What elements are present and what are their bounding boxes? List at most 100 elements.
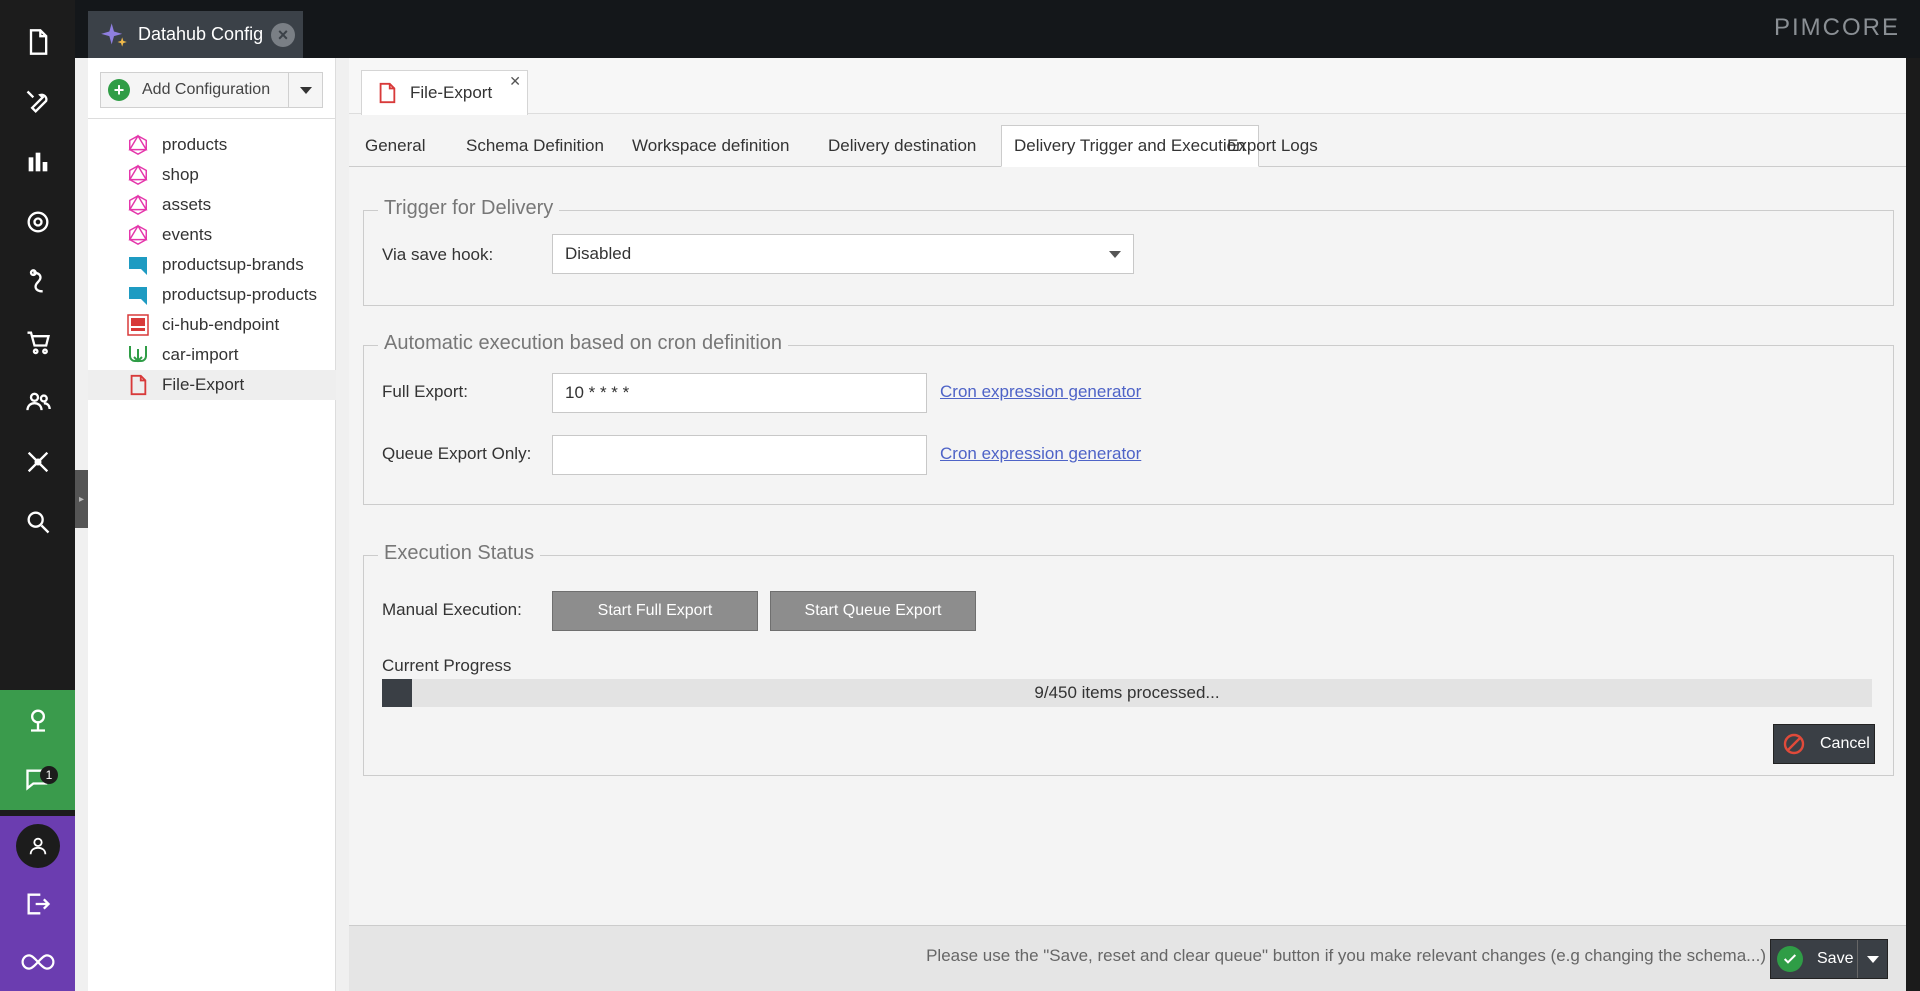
document-tab-bar: File-Export ✕ (349, 58, 1906, 115)
main-panel: File-Export ✕ General Schema Definition … (349, 58, 1906, 991)
cancel-button[interactable]: Cancel (1773, 724, 1875, 764)
users-icon[interactable] (0, 372, 75, 432)
add-configuration-label: Add Configuration (142, 81, 271, 98)
close-icon[interactable]: ✕ (509, 73, 521, 90)
productsup-icon (126, 253, 150, 277)
file-icon (379, 82, 396, 104)
tree-item-label: car-import (162, 345, 239, 364)
chevron-down-icon (299, 86, 312, 94)
tree-item-label: events (162, 225, 213, 244)
marketing-icon[interactable] (0, 252, 75, 312)
queue-export-cron-input[interactable] (552, 435, 927, 475)
map-pin-icon[interactable] (0, 690, 75, 750)
tree-item-label: products (162, 135, 228, 154)
tree-item-events[interactable]: events (88, 220, 336, 250)
tree-item-label: shop (162, 165, 199, 184)
chevron-down-icon (1866, 955, 1879, 963)
tree-item-label: ci-hub-endpoint (162, 315, 280, 334)
progress-bar: 9/450 items processed... (382, 679, 1872, 707)
close-icon[interactable]: × (271, 23, 295, 47)
tree-item-car-import[interactable]: car-import (88, 340, 336, 370)
current-progress-label: Current Progress (382, 656, 512, 675)
tree-item-productsup-brands[interactable]: productsup-brands (88, 250, 336, 280)
tree-item-shop[interactable]: shop (88, 160, 336, 190)
start-queue-export-button[interactable]: Start Queue Export (770, 591, 976, 631)
tab-delivery-destination[interactable]: Delivery destination (816, 125, 988, 167)
pimcore-logo-icon[interactable] (0, 932, 75, 991)
save-hook-label: Via save hook: (382, 245, 494, 264)
trigger-fieldset: Trigger for Delivery Via save hook: Disa… (363, 197, 1894, 306)
bottom-toolbar: Please use the "Save, reset and clear qu… (349, 925, 1906, 991)
save-label: Save (1817, 950, 1854, 967)
save-hook-value: Disabled (565, 244, 632, 263)
tree-item-ci-hub-endpoint[interactable]: ci-hub-endpoint (88, 310, 336, 340)
tab-label: File-Export (410, 83, 493, 102)
tab-schema-definition[interactable]: Schema Definition (454, 125, 616, 167)
import-icon (126, 343, 150, 367)
manual-execution-label: Manual Execution: (382, 600, 522, 619)
plus-icon: + (108, 79, 130, 101)
gear-icon[interactable] (0, 192, 75, 252)
execution-fieldset: Execution Status Manual Execution: Start… (363, 542, 1894, 776)
tree-item-assets[interactable]: assets (88, 190, 336, 220)
save-dropdown[interactable] (1857, 940, 1887, 978)
save-button[interactable]: Save (1770, 939, 1888, 979)
graphql-icon (126, 133, 150, 157)
collapse-handle[interactable]: ▸ (75, 470, 88, 528)
progress-text: 9/450 items processed... (1034, 683, 1220, 702)
execution-legend: Execution Status (378, 542, 541, 565)
graphql-icon (126, 193, 150, 217)
cancel-label: Cancel (1820, 735, 1870, 752)
full-export-cron-input[interactable] (552, 373, 927, 413)
tab-export-logs[interactable]: Export Logs (1215, 125, 1330, 167)
config-tree-panel: + Add Configuration products shop assets… (88, 58, 336, 991)
sub-tab-bar: General Schema Definition Workspace defi… (349, 125, 1906, 167)
cancel-icon (1783, 733, 1805, 755)
tree-item-label: productsup-products (162, 285, 317, 304)
productsup-icon (126, 283, 150, 307)
tree-item-products[interactable]: products (88, 130, 336, 160)
queue-export-label: Queue Export Only: (382, 444, 532, 463)
tab-general[interactable]: General (353, 125, 437, 167)
bar-chart-icon[interactable] (0, 132, 75, 192)
add-configuration-button[interactable]: + Add Configuration (100, 72, 323, 108)
notification-badge: 1 (40, 766, 58, 784)
cart-icon[interactable] (0, 312, 75, 372)
full-cron-generator-link[interactable]: Cron expression generator (940, 382, 1141, 402)
queue-cron-generator-link[interactable]: Cron expression generator (940, 444, 1141, 464)
logout-icon[interactable] (0, 876, 75, 932)
document-icon[interactable] (0, 12, 75, 72)
save-hint-message: Please use the "Save, reset and clear qu… (926, 946, 1766, 965)
avatar (15, 824, 60, 868)
tab-datahub-config[interactable]: Datahub Config × (88, 11, 303, 58)
tree-item-label: assets (162, 195, 212, 214)
cihub-icon (126, 313, 150, 337)
main-nav-rail: 1 (0, 0, 75, 991)
tree-item-label: File-Export (162, 375, 245, 394)
tab-file-export[interactable]: File-Export ✕ (361, 70, 528, 115)
check-icon (1777, 946, 1803, 972)
add-configuration-dropdown[interactable] (288, 73, 322, 107)
user-profile-button[interactable] (0, 816, 75, 876)
full-export-label: Full Export: (382, 382, 468, 401)
tree-item-file-export[interactable]: File-Export (88, 370, 336, 400)
chat-icon[interactable]: 1 (0, 750, 75, 810)
file-icon (126, 373, 150, 397)
network-icon[interactable] (0, 432, 75, 492)
chevron-down-icon (1109, 251, 1121, 258)
sparkle-icon (101, 22, 127, 47)
panel-gap (336, 58, 349, 991)
top-bar: Datahub Config × PIMCORE (75, 0, 1920, 58)
divider (88, 118, 336, 119)
cron-legend: Automatic execution based on cron defini… (378, 332, 789, 355)
search-icon[interactable] (0, 492, 75, 552)
wrench-icon[interactable] (0, 72, 75, 132)
brand-logo: PIMCORE (1773, 14, 1900, 41)
cron-fieldset: Automatic execution based on cron defini… (363, 332, 1894, 505)
tab-workspace-definition[interactable]: Workspace definition (620, 125, 802, 167)
trigger-legend: Trigger for Delivery (378, 197, 560, 220)
save-hook-select[interactable]: Disabled (552, 234, 1134, 274)
tree-item-label: productsup-brands (162, 255, 304, 274)
start-full-export-button[interactable]: Start Full Export (552, 591, 758, 631)
tree-item-productsup-products[interactable]: productsup-products (88, 280, 336, 310)
